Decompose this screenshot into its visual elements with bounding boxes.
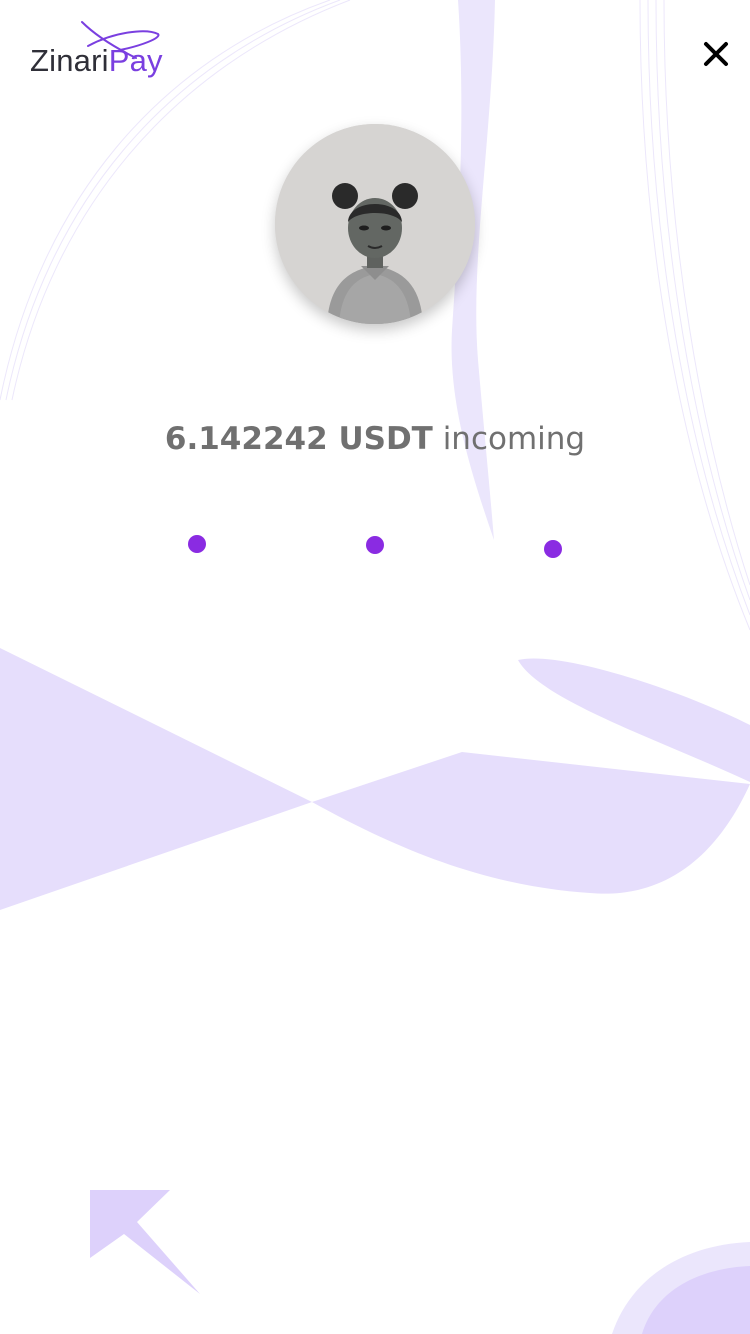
avatar-illustration [275,124,475,324]
zinaripay-logo: ZinariPay [28,20,178,84]
recipient-avatar [275,124,475,324]
logo-wordmark: ZinariPay [30,42,163,80]
transfer-amount: 6.142242 USDT [164,421,433,457]
close-button[interactable] [696,34,736,74]
loading-dot-3 [544,540,562,558]
loading-dot-2 [366,536,384,554]
loading-dot-1 [188,535,206,553]
transfer-status-text: 6.142242 USDT incoming [0,416,750,462]
transfer-status-word: incoming [442,421,586,457]
close-icon [704,42,728,66]
logo-text-pay: Pay [108,43,163,78]
logo-text-zinari: Zinari [30,43,109,78]
